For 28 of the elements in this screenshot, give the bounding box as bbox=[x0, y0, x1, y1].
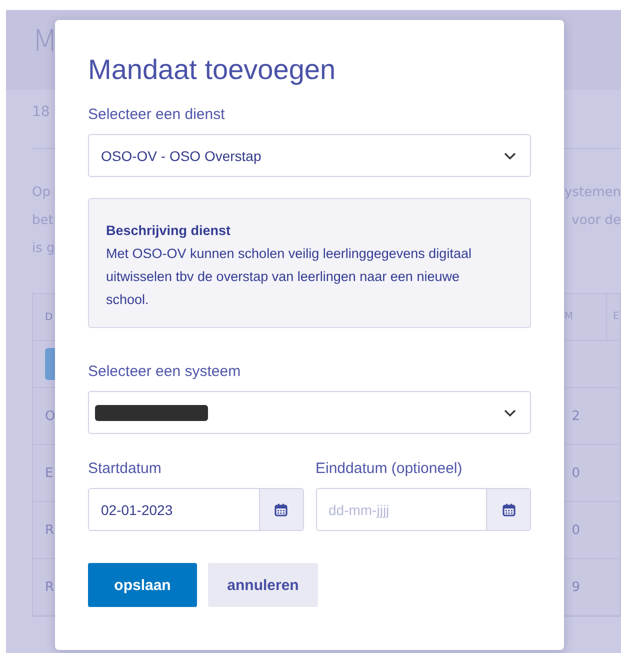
field-label: Selecteer een dienst bbox=[88, 106, 226, 123]
calendar-button[interactable] bbox=[486, 489, 530, 530]
chevron-down-icon bbox=[504, 152, 516, 160]
table-cell: 2 bbox=[572, 408, 580, 424]
end-date-field[interactable]: dd-mm-jjjj bbox=[316, 488, 531, 531]
service-select[interactable]: OSO-OV - OSO Overstap bbox=[88, 134, 531, 177]
calendar-icon bbox=[274, 502, 288, 516]
table-cell: 0 bbox=[572, 522, 580, 538]
table-cell: E bbox=[45, 466, 54, 480]
table-cell: O bbox=[45, 408, 56, 424]
description-text: Met OSO-OV kunnen scholen veilig leerlinggegevens digitaal uitwisselen tbv de overstap van leerlingen naar een nieuwe school. bbox=[106, 245, 472, 309]
table-cell: R bbox=[45, 522, 54, 538]
field-label: Einddatum (optioneel) bbox=[316, 460, 464, 477]
column-header: D bbox=[45, 312, 53, 322]
field-label: Startdatum bbox=[88, 460, 162, 477]
calendar-button[interactable] bbox=[258, 489, 302, 530]
table-cell: R bbox=[45, 580, 54, 594]
save-button[interactable]: opslaan bbox=[88, 563, 197, 607]
calendar-icon bbox=[502, 502, 516, 516]
cancel-button[interactable]: annuleren bbox=[208, 563, 318, 607]
start-date-field[interactable]: 02-01-2023 bbox=[88, 488, 304, 531]
description-title: Beschrijving dienst bbox=[106, 222, 232, 240]
table-cell: 0 bbox=[572, 466, 580, 480]
table-cell: 9 bbox=[572, 580, 580, 594]
chevron-down-icon bbox=[504, 408, 516, 416]
field-label: Selecteer een systeem bbox=[88, 363, 242, 380]
system-select[interactable] bbox=[88, 391, 531, 434]
dialog-title: Mandaat toevoegen bbox=[88, 54, 337, 86]
